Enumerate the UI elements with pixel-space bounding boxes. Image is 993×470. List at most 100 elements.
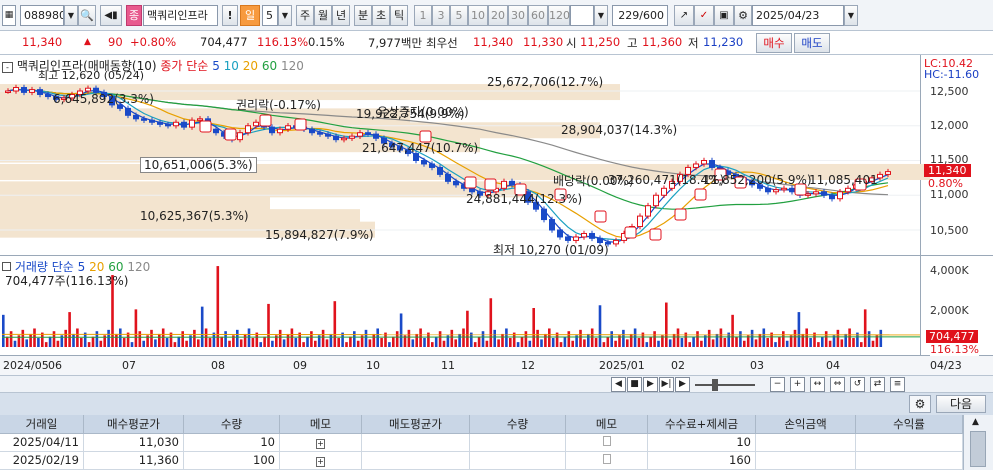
expand-icon[interactable]: ⇔ (830, 377, 845, 392)
zoom-in-icon[interactable]: + (790, 377, 805, 392)
zoom-slider-handle[interactable] (712, 379, 718, 391)
table-row-buy-qty[interactable]: 10 (184, 434, 280, 452)
table-row-fees[interactable]: 10 (648, 434, 756, 452)
table-gear-icon[interactable]: ⚙ (909, 395, 931, 413)
volume-bar (80, 338, 83, 347)
interval-20[interactable]: 20 (488, 5, 508, 26)
legend-toggle-icon[interactable]: - (2, 62, 13, 73)
volume-bar (824, 331, 828, 347)
settings-small-icon[interactable]: ≡ (890, 377, 905, 392)
scroll-thumb[interactable] (970, 431, 986, 467)
table-row-pnl[interactable] (756, 434, 856, 452)
period-second-button[interactable]: 초 (372, 5, 390, 26)
next-button[interactable]: 다음 (936, 395, 986, 413)
buy-button[interactable]: 매수 (756, 33, 792, 53)
fit-icon[interactable]: ↔ (810, 377, 825, 392)
volume-bar (33, 328, 36, 347)
scroll-up-icon[interactable]: ▲ (972, 417, 979, 427)
search-icon[interactable]: 🔍 (78, 5, 96, 26)
speaker-icon[interactable]: ◀▮ (100, 5, 122, 26)
interval-10[interactable]: 10 (468, 5, 488, 26)
date-input[interactable]: 2025/04/23 (752, 5, 844, 26)
volume-bar (610, 331, 613, 347)
volume-bar (251, 338, 255, 347)
period-year-button[interactable]: 년 (332, 5, 350, 26)
interval-3[interactable]: 3 (432, 5, 450, 26)
volume-bar (329, 333, 333, 347)
period-day-button[interactable]: 일 (240, 5, 260, 26)
volume-bar (766, 338, 769, 347)
interval-1[interactable]: 1 (414, 5, 432, 26)
num-dropdown-icon[interactable]: ▼ (278, 5, 292, 26)
candle-body (565, 236, 571, 241)
table-row-buy-avg[interactable]: 11,030 (84, 434, 184, 452)
candle-body (645, 205, 651, 217)
grid-icon[interactable]: ▦ (2, 5, 16, 26)
period-num-input[interactable]: 5 (262, 5, 278, 26)
toolbar: ▦ 088980 ▼ 🔍 ◀▮ 종 맥쿼리인프라 ! 일 5 ▼ 주 월 년 분… (0, 0, 993, 31)
custom-interval-input[interactable] (570, 5, 594, 26)
reset-icon[interactable]: ↺ (850, 377, 865, 392)
code-dropdown-icon[interactable]: ▼ (64, 5, 78, 26)
memo-doc-icon[interactable] (566, 434, 648, 452)
memo-add-icon[interactable]: + (280, 434, 362, 452)
candle-body (445, 173, 451, 182)
interval-60[interactable]: 60 (528, 5, 548, 26)
compress-icon[interactable]: ⇄ (870, 377, 885, 392)
candle-body (437, 166, 443, 175)
volume-bar (458, 333, 461, 347)
save-icon[interactable]: ▣ (714, 5, 734, 26)
sell-button[interactable]: 매도 (794, 33, 830, 53)
alert-button[interactable]: ! (222, 5, 238, 26)
table-row-date[interactable]: 2025/02/19 (0, 452, 84, 470)
table-row-buy-avg[interactable]: 11,360 (84, 452, 184, 470)
table-row-return[interactable] (856, 434, 963, 452)
volume-bar (44, 342, 48, 347)
gear-icon[interactable]: ⚙ (734, 5, 752, 26)
nav-last-icon[interactable]: ▶ (675, 377, 690, 392)
memo-add-icon[interactable]: + (280, 452, 362, 470)
nav-prev-icon[interactable]: ▶ (643, 377, 658, 392)
period-week-button[interactable]: 주 (296, 5, 314, 26)
period-month-button[interactable]: 월 (314, 5, 332, 26)
buy-marker-icon (624, 226, 637, 239)
date-dropdown-icon[interactable]: ▼ (844, 5, 858, 26)
table-row-sell-qty[interactable] (470, 452, 566, 470)
interval-30[interactable]: 30 (508, 5, 528, 26)
volume-legend-toggle-icon[interactable] (2, 262, 11, 271)
stock-code-input[interactable]: 088980 (20, 5, 64, 26)
table-row-fees[interactable]: 160 (648, 452, 756, 470)
volume-bar (310, 331, 313, 347)
memo-doc-icon[interactable] (566, 452, 648, 470)
chart-scroll-bar[interactable]: ◀ ■ ▶ ▶| ▶ − + ↔ ⇔ ↺ ⇄ ≡ (0, 375, 993, 393)
period-tick-button[interactable]: 틱 (390, 5, 408, 26)
x-label-12: 12 (521, 359, 535, 372)
table-row-pnl[interactable] (756, 452, 856, 470)
nav-first-icon[interactable]: ◀ (611, 377, 626, 392)
tool-check-icon[interactable]: ✓ (694, 5, 714, 26)
best-price-label: 최우선 (426, 36, 458, 50)
table-row-buy-qty[interactable]: 100 (184, 452, 280, 470)
tool-arrow-icon[interactable]: ↗ (674, 5, 694, 26)
interval-dropdown-icon[interactable]: ▼ (594, 5, 608, 26)
volume-bar (821, 336, 824, 347)
zoom-out-icon[interactable]: − (770, 377, 785, 392)
bid-price: 11,330 (523, 35, 564, 49)
open-label: 시 (566, 36, 577, 50)
volume-profile-label: 11,085,401 (809, 173, 878, 187)
table-row-sell-qty[interactable] (470, 434, 566, 452)
table-row-sell-avg[interactable] (362, 434, 470, 452)
table-row-sell-avg[interactable] (362, 452, 470, 470)
interval-5[interactable]: 5 (450, 5, 468, 26)
volume-bar (743, 340, 746, 347)
table-scrollbar[interactable]: ▲ (963, 415, 993, 470)
period-minute-button[interactable]: 분 (354, 5, 372, 26)
nav-next-icon[interactable]: ▶| (659, 377, 674, 392)
table-row-date[interactable]: 2025/04/11 (0, 434, 84, 452)
volume-bar (68, 312, 71, 347)
nav-stop-icon[interactable]: ■ (627, 377, 642, 392)
candle-body (501, 180, 507, 189)
interval-120[interactable]: 120 (548, 5, 570, 26)
table-row-return[interactable] (856, 452, 963, 470)
zoom-slider-track[interactable] (695, 384, 755, 386)
